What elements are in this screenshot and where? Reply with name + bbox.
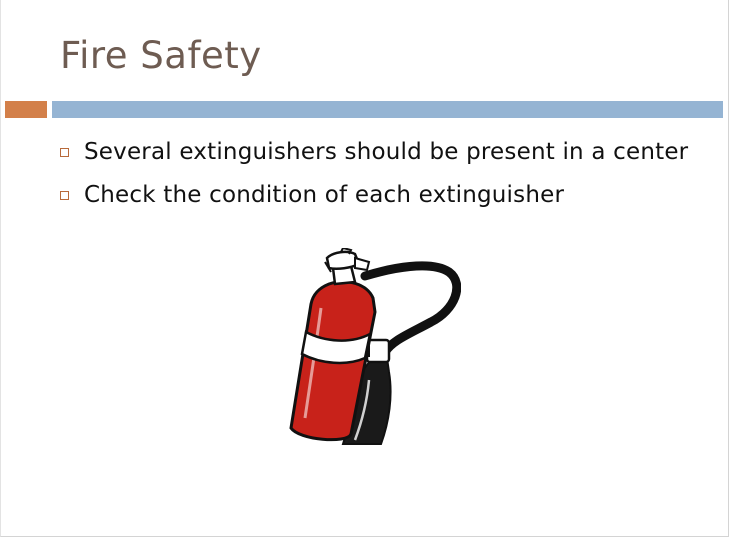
- bullet-item: Check the condition of each extinguisher: [60, 173, 688, 216]
- bullet-text: Check the condition of each extinguisher: [84, 181, 565, 208]
- title-accent-bar: [5, 101, 47, 118]
- bullet-item: Several extinguishers should be present …: [60, 130, 688, 173]
- fire-extinguisher-icon: [289, 248, 461, 445]
- bullet-square-icon: [60, 191, 69, 200]
- bullet-square-icon: [60, 148, 69, 157]
- slide: Fire Safety Several extinguishers should…: [0, 0, 729, 537]
- slide-title: Fire Safety: [60, 34, 262, 77]
- bullet-list: Several extinguishers should be present …: [60, 130, 688, 216]
- title-underline-bar: [52, 101, 723, 118]
- bullet-text: Several extinguishers should be present …: [84, 138, 689, 165]
